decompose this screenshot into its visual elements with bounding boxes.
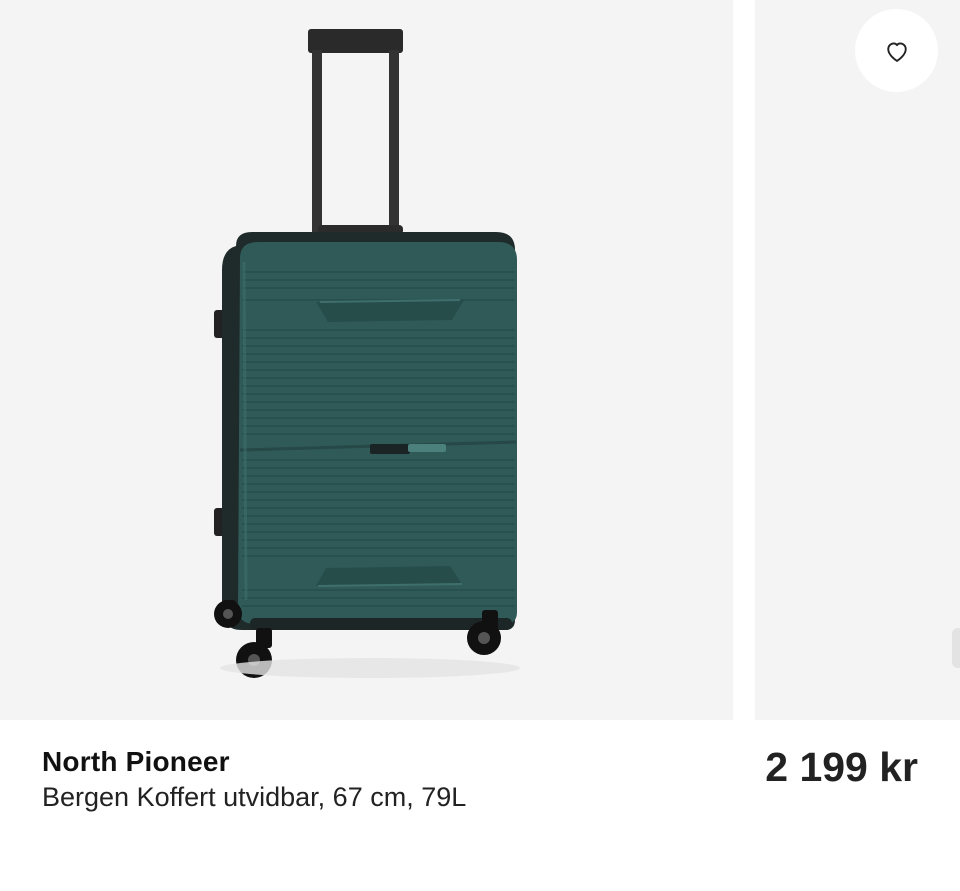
suitcase-image — [214, 29, 520, 678]
handle-bar-left — [312, 50, 322, 235]
product-info[interactable]: North Pioneer Bergen Koffert utvidbar, 6… — [0, 720, 960, 891]
product-price: 2 199 kr — [765, 744, 918, 790]
suitcase-image-partial — [952, 628, 960, 668]
product-image-next[interactable] — [755, 0, 960, 720]
handle-bar-right — [389, 50, 399, 235]
product-title: Bergen Koffert utvidbar, 67 cm, 79L — [42, 782, 467, 812]
product-card: North Pioneer Bergen Koffert utvidbar, 6… — [0, 0, 960, 891]
favorite-button[interactable] — [855, 9, 938, 92]
handle-grip — [308, 29, 403, 53]
product-image-main[interactable] — [0, 0, 733, 720]
product-brand: North Pioneer — [42, 746, 230, 777]
product-image-gallery[interactable] — [0, 0, 960, 720]
heart-icon — [886, 41, 907, 62]
